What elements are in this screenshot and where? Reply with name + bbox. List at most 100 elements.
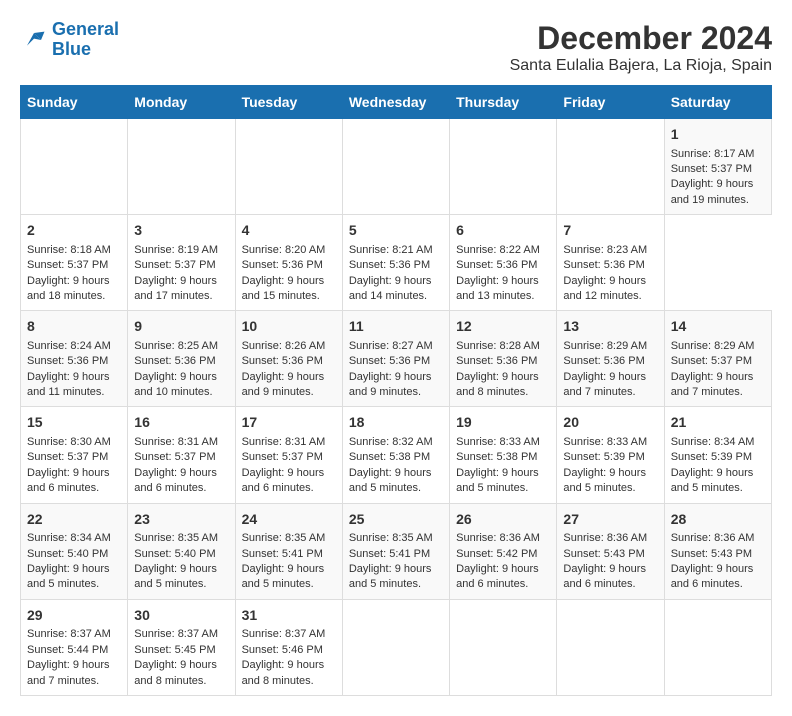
sunrise: Sunrise: 8:33 AM <box>456 436 540 448</box>
calendar-week-3: 8Sunrise: 8:24 AMSunset: 5:36 PMDaylight… <box>21 311 772 407</box>
calendar-cell: 12Sunrise: 8:28 AMSunset: 5:36 PMDayligh… <box>450 311 557 407</box>
logo: General Blue <box>20 20 119 60</box>
calendar-week-1: 1Sunrise: 8:17 AMSunset: 5:37 PMDaylight… <box>21 119 772 215</box>
sunset: Sunset: 5:43 PM <box>671 548 752 560</box>
calendar-cell <box>557 119 664 215</box>
sunrise: Sunrise: 8:25 AM <box>134 340 218 352</box>
sunrise: Sunrise: 8:31 AM <box>242 436 326 448</box>
daylight: Daylight: 9 hours and 5 minutes. <box>563 467 646 494</box>
sunset: Sunset: 5:38 PM <box>456 451 537 463</box>
daylight: Daylight: 9 hours and 8 minutes. <box>242 659 325 686</box>
calendar-cell <box>128 119 235 215</box>
calendar-cell: 10Sunrise: 8:26 AMSunset: 5:36 PMDayligh… <box>235 311 342 407</box>
sunrise: Sunrise: 8:36 AM <box>456 532 540 544</box>
calendar-week-6: 29Sunrise: 8:37 AMSunset: 5:44 PMDayligh… <box>21 599 772 695</box>
sunrise: Sunrise: 8:37 AM <box>27 628 111 640</box>
daylight: Daylight: 9 hours and 13 minutes. <box>456 275 539 302</box>
calendar-cell: 1Sunrise: 8:17 AMSunset: 5:37 PMDaylight… <box>664 119 771 215</box>
day-number: 18 <box>349 413 443 433</box>
calendar-cell <box>235 119 342 215</box>
day-number: 13 <box>563 317 657 337</box>
calendar-cell: 22Sunrise: 8:34 AMSunset: 5:40 PMDayligh… <box>21 503 128 599</box>
sunrise: Sunrise: 8:24 AM <box>27 340 111 352</box>
sunset: Sunset: 5:37 PM <box>242 451 323 463</box>
calendar-week-2: 2Sunrise: 8:18 AMSunset: 5:37 PMDaylight… <box>21 215 772 311</box>
sunset: Sunset: 5:36 PM <box>27 355 108 367</box>
sunset: Sunset: 5:44 PM <box>27 644 108 656</box>
day-number: 1 <box>671 125 765 145</box>
sunset: Sunset: 5:45 PM <box>134 644 215 656</box>
calendar-week-5: 22 Sunrise: 8:34 AM Sunset: 5:40 PM Dayligh… <box>21 503 772 599</box>
sunrise: Sunrise: 8:36 AM <box>671 532 755 544</box>
daylight: Daylight: 9 hours and 7 minutes. <box>27 659 110 686</box>
sunrise: Sunrise: 8:30 AM <box>27 436 111 448</box>
day-number: 26 <box>456 510 550 530</box>
calendar-cell: 8Sunrise: 8:24 AMSunset: 5:36 PMDaylight… <box>21 311 128 407</box>
sunrise: Sunrise: 8:26 AM <box>242 340 326 352</box>
sunrise: Sunrise: 8:36 AM <box>563 532 647 544</box>
col-header-thursday: Thursday <box>450 86 557 119</box>
sunset: Sunset: 5:36 PM <box>134 355 215 367</box>
sunset: Sunset: 5:41 PM <box>349 548 430 560</box>
day-number: 31 <box>242 606 336 626</box>
day-number: 19 <box>456 413 550 433</box>
subtitle: Santa Eulalia Bajera, La Rioja, Spain <box>510 57 772 75</box>
sunset: Sunset: 5:36 PM <box>456 355 537 367</box>
day-number: 10 <box>242 317 336 337</box>
calendar-cell: 2Sunrise: 8:18 AMSunset: 5:37 PMDaylight… <box>21 215 128 311</box>
calendar-week-4: 15Sunrise: 8:30 AMSunset: 5:37 PMDayligh… <box>21 407 772 503</box>
day-number: 12 <box>456 317 550 337</box>
calendar-cell: 17Sunrise: 8:31 AMSunset: 5:37 PMDayligh… <box>235 407 342 503</box>
day-number: 25 <box>349 510 443 530</box>
col-header-wednesday: Wednesday <box>342 86 449 119</box>
daylight: Daylight: 9 hours and 6 minutes. <box>27 467 110 494</box>
calendar-cell: 20Sunrise: 8:33 AMSunset: 5:39 PMDayligh… <box>557 407 664 503</box>
sunset: Sunset: 5:37 PM <box>671 355 752 367</box>
sunset: Sunset: 5:42 PM <box>456 548 537 560</box>
day-number: 5 <box>349 221 443 241</box>
daylight: Daylight: 9 hours and 6 minutes. <box>134 467 217 494</box>
calendar-cell <box>342 119 449 215</box>
sunrise: Sunrise: 8:35 AM <box>134 532 218 544</box>
day-number: 20 <box>563 413 657 433</box>
daylight: Daylight: 9 hours and 6 minutes. <box>563 563 646 590</box>
sunrise: Sunrise: 8:20 AM <box>242 244 326 256</box>
daylight: Daylight: 9 hours and 5 minutes. <box>349 563 432 590</box>
day-number: 21 <box>671 413 765 433</box>
daylight: Daylight: 9 hours and 5 minutes. <box>671 467 754 494</box>
calendar-cell: 7Sunrise: 8:23 AMSunset: 5:36 PMDaylight… <box>557 215 664 311</box>
calendar-cell <box>557 599 664 695</box>
daylight: Daylight: 9 hours and 7 minutes. <box>563 371 646 398</box>
day-number: 7 <box>563 221 657 241</box>
sunset: Sunset: 5:36 PM <box>242 259 323 271</box>
calendar-cell <box>450 599 557 695</box>
sunrise: Sunrise: 8:34 AM <box>27 532 111 544</box>
day-number: 24 <box>242 510 336 530</box>
day-number: 16 <box>134 413 228 433</box>
sunrise: Sunrise: 8:31 AM <box>134 436 218 448</box>
col-header-saturday: Saturday <box>664 86 771 119</box>
daylight: Daylight: 9 hours and 12 minutes. <box>563 275 646 302</box>
daylight: Daylight: 9 hours and 9 minutes. <box>242 371 325 398</box>
calendar-cell: 6Sunrise: 8:22 AMSunset: 5:36 PMDaylight… <box>450 215 557 311</box>
sunset: Sunset: 5:41 PM <box>242 548 323 560</box>
sunrise: Sunrise: 8:37 AM <box>134 628 218 640</box>
calendar-cell: 13Sunrise: 8:29 AMSunset: 5:36 PMDayligh… <box>557 311 664 407</box>
day-number: 22 <box>27 510 121 530</box>
sunset: Sunset: 5:40 PM <box>134 548 215 560</box>
day-number: 6 <box>456 221 550 241</box>
sunrise: Sunrise: 8:37 AM <box>242 628 326 640</box>
daylight: Daylight: 9 hours and 5 minutes. <box>349 467 432 494</box>
day-number: 4 <box>242 221 336 241</box>
calendar-cell: 9Sunrise: 8:25 AMSunset: 5:36 PMDaylight… <box>128 311 235 407</box>
day-number: 3 <box>134 221 228 241</box>
sunset: Sunset: 5:39 PM <box>671 451 752 463</box>
col-header-monday: Monday <box>128 86 235 119</box>
sunset: Sunset: 5:37 PM <box>134 259 215 271</box>
page-header: General Blue December 2024 Santa Eulalia… <box>20 20 772 75</box>
calendar-cell: 18Sunrise: 8:32 AMSunset: 5:38 PMDayligh… <box>342 407 449 503</box>
col-header-sunday: Sunday <box>21 86 128 119</box>
sunrise: Sunrise: 8:27 AM <box>349 340 433 352</box>
sunrise: Sunrise: 8:21 AM <box>349 244 433 256</box>
sunrise: Sunrise: 8:34 AM <box>671 436 755 448</box>
